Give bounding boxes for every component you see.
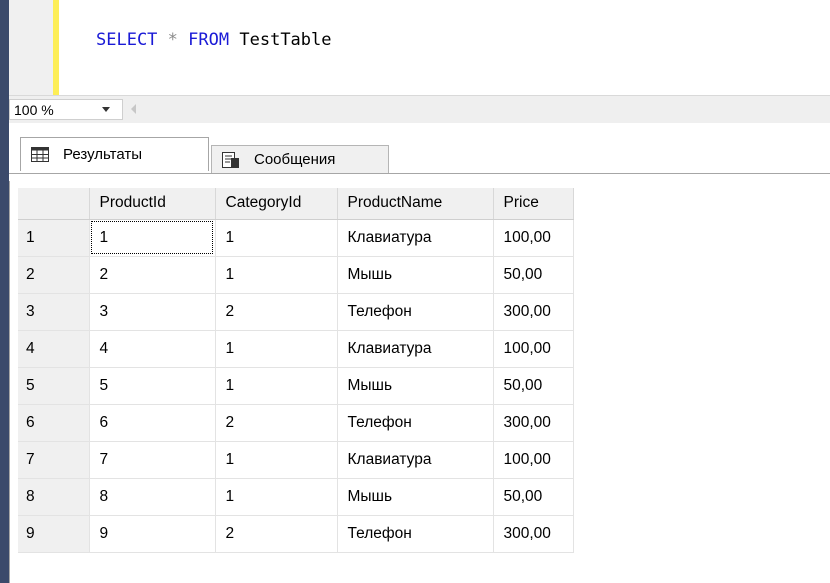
query-editor[interactable]: SELECT * FROM TestTable	[0, 0, 830, 95]
tab-baseline	[9, 173, 830, 174]
grid-cell[interactable]: Мышь	[337, 478, 494, 516]
grid-cell[interactable]: Мышь	[337, 256, 494, 294]
grid-cell[interactable]: 300,00	[493, 293, 574, 331]
column-header[interactable]: Price	[493, 188, 574, 220]
grid-cell[interactable]: 2	[215, 293, 338, 331]
table-row[interactable]: 7 7 1 Клавиатура 100,00	[18, 441, 574, 479]
scroll-left-icon[interactable]	[131, 104, 136, 114]
grid-cell[interactable]: 7	[89, 441, 216, 479]
tab-results-label: Результаты	[63, 146, 142, 163]
grid-cell[interactable]: 1	[215, 441, 338, 479]
chevron-down-icon[interactable]	[102, 107, 110, 112]
zoom-bar: 100 %	[9, 95, 830, 125]
tab-messages-label: Сообщения	[254, 151, 336, 168]
grid-cell[interactable]: Телефон	[337, 293, 494, 331]
sql-keyword-from: FROM	[188, 30, 230, 50]
table-row[interactable]: 6 6 2 Телефон 300,00	[18, 404, 574, 442]
row-number[interactable]: 9	[18, 515, 90, 553]
zoom-value: 100 %	[14, 102, 54, 118]
grid-cell[interactable]: Мышь	[337, 367, 494, 405]
sql-star: *	[167, 30, 178, 50]
results-grid[interactable]: ProductId CategoryId ProductName Price 111К…	[18, 188, 574, 553]
change-tracking-bar	[53, 0, 59, 95]
grid-cell[interactable]: 100,00	[493, 330, 574, 368]
grid-cell[interactable]: Клавиатура	[337, 219, 494, 257]
grid-corner-cell[interactable]	[18, 188, 90, 220]
grid-cell[interactable]: 300,00	[493, 515, 574, 553]
tab-results[interactable]: Результаты	[20, 137, 209, 171]
row-number[interactable]: 7	[18, 441, 90, 479]
grid-cell[interactable]: 50,00	[493, 256, 574, 294]
messages-icon	[222, 152, 240, 173]
row-number[interactable]: 5	[18, 367, 90, 405]
grid-cell[interactable]: 1	[215, 256, 338, 294]
grid-header-row: ProductId CategoryId ProductName Price	[18, 188, 574, 220]
grid-cell[interactable]: 100,00	[493, 219, 574, 257]
table-row[interactable]: 8 8 1 Мышь 50,00	[18, 478, 574, 516]
column-header[interactable]: ProductId	[89, 188, 216, 220]
table-row[interactable]: 1 1 1 Клавиатура 100,00	[18, 219, 574, 257]
table-row[interactable]: 3 3 2 Телефон 300,00	[18, 293, 574, 331]
table-row[interactable]: 4 4 1 Клавиатура 100,00	[18, 330, 574, 368]
zoom-dropdown[interactable]: 100 %	[9, 99, 123, 120]
grid-cell[interactable]: 5	[89, 367, 216, 405]
grid-cell[interactable]: 8	[89, 478, 216, 516]
row-number[interactable]: 2	[18, 256, 90, 294]
grid-cell[interactable]: 2	[89, 256, 216, 294]
grid-cell[interactable]: 100,00	[493, 441, 574, 479]
grid-cell[interactable]: Телефон	[337, 404, 494, 442]
grid-cell[interactable]: Клавиатура	[337, 330, 494, 368]
grid-cell[interactable]: 4	[89, 330, 216, 368]
grid-cell[interactable]: 1	[215, 478, 338, 516]
row-number[interactable]: 6	[18, 404, 90, 442]
grid-cell[interactable]: 6	[89, 404, 216, 442]
grid-cell[interactable]: 50,00	[493, 478, 574, 516]
row-number[interactable]: 4	[18, 330, 90, 368]
table-row[interactable]: 9 9 2 Телефон 300,00	[18, 515, 574, 553]
grid-cell[interactable]: 3	[89, 293, 216, 331]
grid-cell[interactable]: 2	[215, 515, 338, 553]
grid-cell[interactable]: 1	[89, 219, 216, 257]
window-left-edge	[0, 0, 9, 583]
column-header[interactable]: ProductName	[337, 188, 494, 220]
grid-cell[interactable]: 300,00	[493, 404, 574, 442]
grid-cell[interactable]: 9	[89, 515, 216, 553]
editor-gutter	[9, 0, 53, 95]
row-number[interactable]: 3	[18, 293, 90, 331]
sql-keyword-select: SELECT	[96, 30, 158, 50]
row-number[interactable]: 1	[18, 219, 90, 257]
sql-query-line[interactable]: SELECT * FROM TestTable	[96, 30, 332, 50]
column-header[interactable]: CategoryId	[215, 188, 338, 220]
grid-icon	[31, 147, 49, 166]
grid-cell[interactable]: 1	[215, 330, 338, 368]
row-number[interactable]: 8	[18, 478, 90, 516]
grid-cell[interactable]: 1	[215, 219, 338, 257]
grid-cell[interactable]: Клавиатура	[337, 441, 494, 479]
grid-cell[interactable]: 50,00	[493, 367, 574, 405]
grid-cell[interactable]: 1	[215, 367, 338, 405]
sql-table-name: TestTable	[239, 30, 332, 50]
grid-cell[interactable]: Телефон	[337, 515, 494, 553]
table-row[interactable]: 2 2 1 Мышь 50,00	[18, 256, 574, 294]
table-row[interactable]: 5 5 1 Мышь 50,00	[18, 367, 574, 405]
grid-cell[interactable]: 2	[215, 404, 338, 442]
tab-messages[interactable]: Сообщения	[211, 145, 389, 174]
